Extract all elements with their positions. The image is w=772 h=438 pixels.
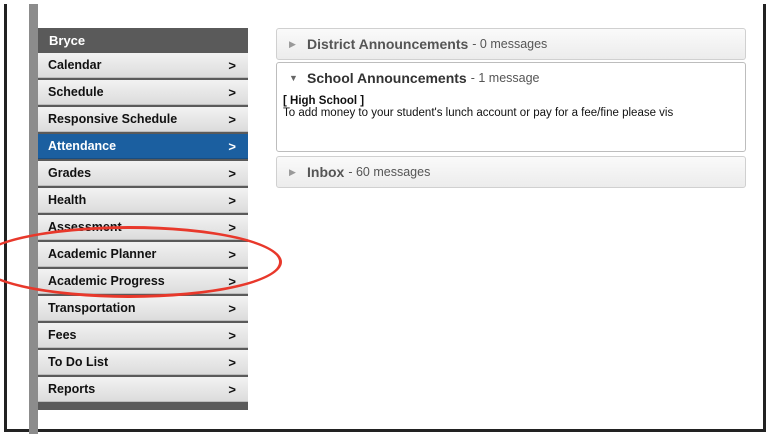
sidebar-item-assessment[interactable]: Assessment > [38, 215, 248, 240]
school-announcements-header[interactable]: ▼ School Announcements - 1 message [277, 63, 745, 93]
school-tag: [ High School ] [283, 95, 365, 107]
chevron-right-icon: > [228, 354, 236, 370]
sidebar-item-label: Schedule [48, 85, 104, 99]
chevron-right-icon: > [228, 84, 236, 100]
sidebar-item-label: Fees [48, 328, 77, 342]
chevron-right-icon: > [228, 138, 236, 154]
message-count: - 0 messages [472, 37, 548, 51]
sidebar-item-schedule[interactable]: Schedule > [38, 80, 248, 105]
inbox-panel: ▶ Inbox - 60 messages [276, 156, 746, 188]
sidebar-item-to-do-list[interactable]: To Do List > [38, 350, 248, 375]
district-announcements-header[interactable]: ▶ District Announcements - 0 messages [277, 29, 745, 59]
triangle-right-icon: ▶ [289, 38, 296, 49]
panel-title: School Announcements [307, 70, 467, 86]
sidebar-item-label: Grades [48, 166, 92, 180]
sidebar-item-label: Assessment [48, 220, 122, 234]
sidebar-item-label: To Do List [48, 355, 109, 369]
announcement-message: To add money to your student's lunch acc… [283, 107, 674, 119]
message-count: - 60 messages [348, 165, 431, 179]
chevron-right-icon: > [228, 165, 236, 181]
sidebar-item-fees[interactable]: Fees > [38, 323, 248, 348]
chevron-right-icon: > [228, 273, 236, 289]
triangle-down-icon: ▼ [289, 73, 298, 83]
sidebar-item-health[interactable]: Health > [38, 188, 248, 213]
sidebar-item-label: Transportation [48, 301, 136, 315]
sidebar-user-name: Bryce [38, 28, 248, 53]
sidebar-item-grades[interactable]: Grades > [38, 161, 248, 186]
sidebar: Bryce Calendar > Schedule > Responsive S… [38, 28, 248, 410]
chevron-right-icon: > [228, 381, 236, 397]
sidebar-item-label: Academic Planner [48, 247, 157, 261]
sidebar-footer [38, 404, 248, 410]
chevron-right-icon: > [228, 57, 236, 73]
sidebar-item-attendance[interactable]: Attendance > [38, 134, 248, 159]
chevron-right-icon: > [228, 246, 236, 262]
triangle-right-icon: ▶ [289, 166, 296, 177]
sidebar-item-label: Reports [48, 382, 96, 396]
sidebar-item-reports[interactable]: Reports > [38, 377, 248, 402]
sidebar-item-label: Calendar [48, 58, 102, 72]
sidebar-item-label: Attendance [48, 139, 117, 153]
chevron-right-icon: > [228, 300, 236, 316]
district-announcements-panel: ▶ District Announcements - 0 messages [276, 28, 746, 60]
school-announcements-panel: ▼ School Announcements - 1 message [ Hig… [276, 62, 746, 152]
sidebar-item-label: Responsive Schedule [48, 112, 178, 126]
sidebar-item-label: Academic Progress [48, 274, 165, 288]
chevron-right-icon: > [228, 111, 236, 127]
chevron-right-icon: > [228, 327, 236, 343]
app-frame: Bryce Calendar > Schedule > Responsive S… [0, 4, 766, 434]
message-count: - 1 message [470, 71, 540, 85]
left-rail [29, 4, 38, 434]
inbox-header[interactable]: ▶ Inbox - 60 messages [277, 157, 745, 187]
sidebar-item-academic-progress[interactable]: Academic Progress > [38, 269, 248, 294]
announcement-body: [ High School ] To add money to your stu… [277, 93, 745, 125]
sidebar-item-transportation[interactable]: Transportation > [38, 296, 248, 321]
panel-title: Inbox [307, 164, 345, 180]
sidebar-item-responsive-schedule[interactable]: Responsive Schedule > [38, 107, 248, 132]
sidebar-item-calendar[interactable]: Calendar > [38, 53, 248, 78]
sidebar-item-label: Health [48, 193, 87, 207]
panel-title: District Announcements [307, 36, 469, 52]
sidebar-item-academic-planner[interactable]: Academic Planner > [38, 242, 248, 267]
chevron-right-icon: > [228, 219, 236, 235]
chevron-right-icon: > [228, 192, 236, 208]
